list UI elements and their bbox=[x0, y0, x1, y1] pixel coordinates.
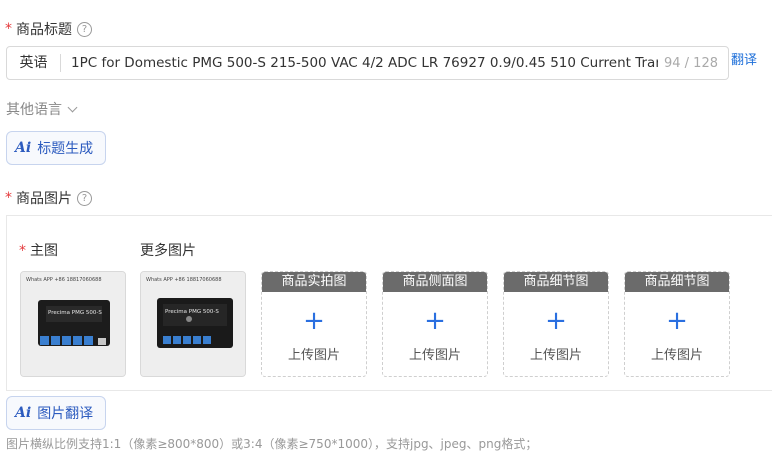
plus-icon: + bbox=[424, 306, 446, 336]
question-circle-icon[interactable]: ? bbox=[77, 190, 92, 206]
more-images-label: 更多图片 bbox=[140, 243, 196, 259]
ai-image-translate-label: 图片翻译 bbox=[37, 406, 94, 422]
product-title-value[interactable]: 1PC for Domestic PMG 500-S 215-500 VAC 4… bbox=[61, 55, 658, 71]
product-title-label: * 商品标题 ? bbox=[5, 19, 92, 39]
ai-title-generate-button[interactable]: Ai 标题生成 bbox=[6, 131, 106, 165]
ai-icon: Ai bbox=[15, 405, 32, 421]
product-photo: Whats APP +86 18817060688 Precima PMG 50… bbox=[141, 272, 245, 376]
image-format-note: 图片横纵比例支持1:1（像素≥800*800）或3:4（像素≥750*1000）… bbox=[6, 437, 538, 451]
plus-icon: + bbox=[545, 306, 567, 336]
other-languages-toggle[interactable]: 其他语言 bbox=[6, 99, 78, 119]
chevron-down-icon bbox=[67, 102, 78, 112]
upload-label: 上传图片 bbox=[650, 348, 703, 363]
ai-icon: Ai bbox=[15, 140, 32, 156]
main-image-label: * 主图 bbox=[19, 243, 58, 259]
ai-image-translate-button[interactable]: Ai 图片翻译 bbox=[6, 396, 106, 430]
language-tag[interactable]: 英语 bbox=[7, 54, 61, 72]
upload-label: 上传图片 bbox=[529, 348, 582, 363]
product-label-text: Precima PMG 500-S bbox=[165, 309, 219, 315]
photo-watermark: Whats APP +86 18817060688 bbox=[146, 277, 222, 283]
product-title-text: 商品标题 bbox=[16, 22, 72, 38]
slot-header: 商品侧面图 bbox=[383, 272, 487, 292]
question-circle-icon[interactable]: ? bbox=[77, 21, 92, 37]
translate-link[interactable]: 翻译 bbox=[731, 49, 757, 68]
required-mark: * bbox=[19, 243, 26, 259]
more-image-thumbnail[interactable]: Whats APP +86 18817060688 Precima PMG 50… bbox=[140, 271, 246, 377]
image-upload-panel: * 主图 更多图片 Whats APP +86 18817060688 Preci… bbox=[6, 215, 772, 391]
required-mark: * bbox=[5, 190, 12, 206]
slot-header: 商品细节图 bbox=[625, 272, 729, 292]
upload-slot-real-photo[interactable]: 商品实拍图 + 上传图片 bbox=[261, 271, 367, 377]
product-title-input[interactable]: 英语 1PC for Domestic PMG 500-S 215-500 VA… bbox=[6, 46, 729, 80]
plus-icon: + bbox=[303, 306, 325, 336]
slot-header: 商品实拍图 bbox=[262, 272, 366, 292]
other-languages-label: 其他语言 bbox=[6, 102, 62, 118]
main-image-thumbnail[interactable]: Whats APP +86 18817060688 Precima PMG 50… bbox=[20, 271, 126, 377]
photo-watermark: Whats APP +86 18817060688 bbox=[26, 277, 102, 283]
product-label-text: Precima PMG 500-S bbox=[48, 310, 102, 316]
plus-icon: + bbox=[666, 306, 688, 336]
upload-label: 上传图片 bbox=[408, 348, 461, 363]
product-images-text: 商品图片 bbox=[16, 191, 72, 207]
slot-header: 商品细节图 bbox=[504, 272, 608, 292]
product-photo: Whats APP +86 18817060688 Precima PMG 50… bbox=[21, 272, 125, 376]
product-images-label: * 商品图片 ? bbox=[5, 188, 92, 208]
upload-slot-side-view[interactable]: 商品侧面图 + 上传图片 bbox=[382, 271, 488, 377]
char-counter: 94 / 128 bbox=[664, 55, 718, 71]
upload-slot-detail-2[interactable]: 商品细节图 + 上传图片 bbox=[624, 271, 730, 377]
ai-title-generate-label: 标题生成 bbox=[37, 141, 94, 157]
upload-slot-detail-1[interactable]: 商品细节图 + 上传图片 bbox=[503, 271, 609, 377]
required-mark: * bbox=[5, 21, 12, 37]
upload-label: 上传图片 bbox=[287, 348, 340, 363]
